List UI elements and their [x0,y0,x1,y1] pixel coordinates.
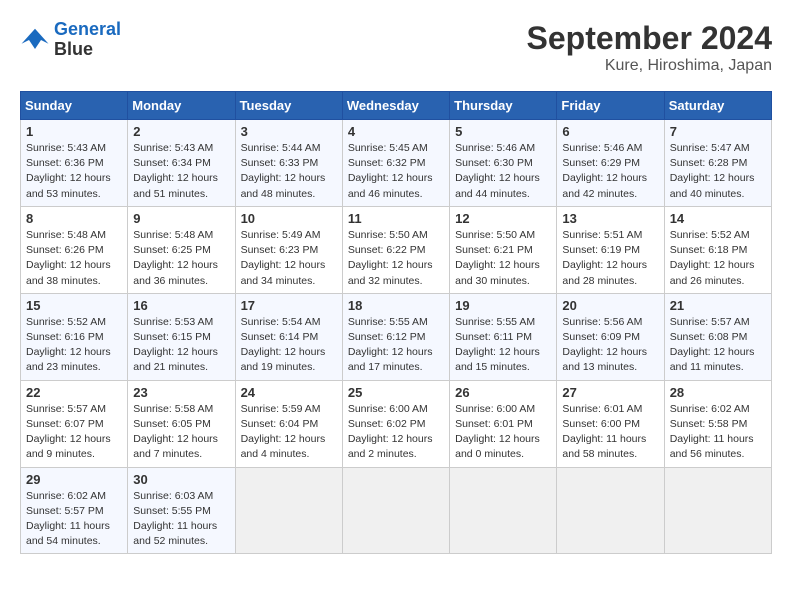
table-row: 29 Sunrise: 6:02 AMSunset: 5:57 PMDaylig… [21,467,128,554]
table-row: 10 Sunrise: 5:49 AMSunset: 6:23 PMDaylig… [235,206,342,293]
col-tuesday: Tuesday [235,92,342,120]
col-sunday: Sunday [21,92,128,120]
table-row: 11 Sunrise: 5:50 AMSunset: 6:22 PMDaylig… [342,206,449,293]
table-row: 13 Sunrise: 5:51 AMSunset: 6:19 PMDaylig… [557,206,664,293]
col-friday: Friday [557,92,664,120]
table-row: 12 Sunrise: 5:50 AMSunset: 6:21 PMDaylig… [450,206,557,293]
table-row: 24 Sunrise: 5:59 AMSunset: 6:04 PMDaylig… [235,380,342,467]
table-row: 20 Sunrise: 5:56 AMSunset: 6:09 PMDaylig… [557,293,664,380]
calendar-row: 15 Sunrise: 5:52 AMSunset: 6:16 PMDaylig… [21,293,772,380]
table-row: 28 Sunrise: 6:02 AMSunset: 5:58 PMDaylig… [664,380,771,467]
calendar-row: 1 Sunrise: 5:43 AMSunset: 6:36 PMDayligh… [21,120,772,207]
table-row: 27 Sunrise: 6:01 AMSunset: 6:00 PMDaylig… [557,380,664,467]
col-saturday: Saturday [664,92,771,120]
table-row: 6 Sunrise: 5:46 AMSunset: 6:29 PMDayligh… [557,120,664,207]
table-row: 19 Sunrise: 5:55 AMSunset: 6:11 PMDaylig… [450,293,557,380]
table-row: 8 Sunrise: 5:48 AMSunset: 6:26 PMDayligh… [21,206,128,293]
table-row: 7 Sunrise: 5:47 AMSunset: 6:28 PMDayligh… [664,120,771,207]
table-row: 21 Sunrise: 5:57 AMSunset: 6:08 PMDaylig… [664,293,771,380]
table-row: 4 Sunrise: 5:45 AMSunset: 6:32 PMDayligh… [342,120,449,207]
table-row: 26 Sunrise: 6:00 AMSunset: 6:01 PMDaylig… [450,380,557,467]
table-row [664,467,771,554]
table-row [557,467,664,554]
table-row: 5 Sunrise: 5:46 AMSunset: 6:30 PMDayligh… [450,120,557,207]
table-row: 25 Sunrise: 6:00 AMSunset: 6:02 PMDaylig… [342,380,449,467]
table-row [450,467,557,554]
title-block: September 2024 Kure, Hiroshima, Japan [527,20,772,75]
logo-text: General Blue [54,20,121,60]
table-row: 30 Sunrise: 6:03 AMSunset: 5:55 PMDaylig… [128,467,235,554]
calendar-row: 22 Sunrise: 5:57 AMSunset: 6:07 PMDaylig… [21,380,772,467]
table-row [235,467,342,554]
logo: General Blue [20,20,121,60]
table-row: 16 Sunrise: 5:53 AMSunset: 6:15 PMDaylig… [128,293,235,380]
table-row: 17 Sunrise: 5:54 AMSunset: 6:14 PMDaylig… [235,293,342,380]
table-row [342,467,449,554]
table-row: 14 Sunrise: 5:52 AMSunset: 6:18 PMDaylig… [664,206,771,293]
col-wednesday: Wednesday [342,92,449,120]
page-title: September 2024 [527,20,772,57]
page-header: General Blue September 2024 Kure, Hirosh… [20,20,772,75]
calendar-table: Sunday Monday Tuesday Wednesday Thursday… [20,91,772,554]
calendar-row: 29 Sunrise: 6:02 AMSunset: 5:57 PMDaylig… [21,467,772,554]
table-row: 9 Sunrise: 5:48 AMSunset: 6:25 PMDayligh… [128,206,235,293]
table-row: 3 Sunrise: 5:44 AMSunset: 6:33 PMDayligh… [235,120,342,207]
calendar-row: 8 Sunrise: 5:48 AMSunset: 6:26 PMDayligh… [21,206,772,293]
table-row: 1 Sunrise: 5:43 AMSunset: 6:36 PMDayligh… [21,120,128,207]
table-row: 22 Sunrise: 5:57 AMSunset: 6:07 PMDaylig… [21,380,128,467]
table-row: 2 Sunrise: 5:43 AMSunset: 6:34 PMDayligh… [128,120,235,207]
col-monday: Monday [128,92,235,120]
col-thursday: Thursday [450,92,557,120]
table-row: 18 Sunrise: 5:55 AMSunset: 6:12 PMDaylig… [342,293,449,380]
table-row: 15 Sunrise: 5:52 AMSunset: 6:16 PMDaylig… [21,293,128,380]
logo-icon [20,25,50,55]
table-row: 23 Sunrise: 5:58 AMSunset: 6:05 PMDaylig… [128,380,235,467]
calendar-header-row: Sunday Monday Tuesday Wednesday Thursday… [21,92,772,120]
page-subtitle: Kure, Hiroshima, Japan [527,57,772,75]
